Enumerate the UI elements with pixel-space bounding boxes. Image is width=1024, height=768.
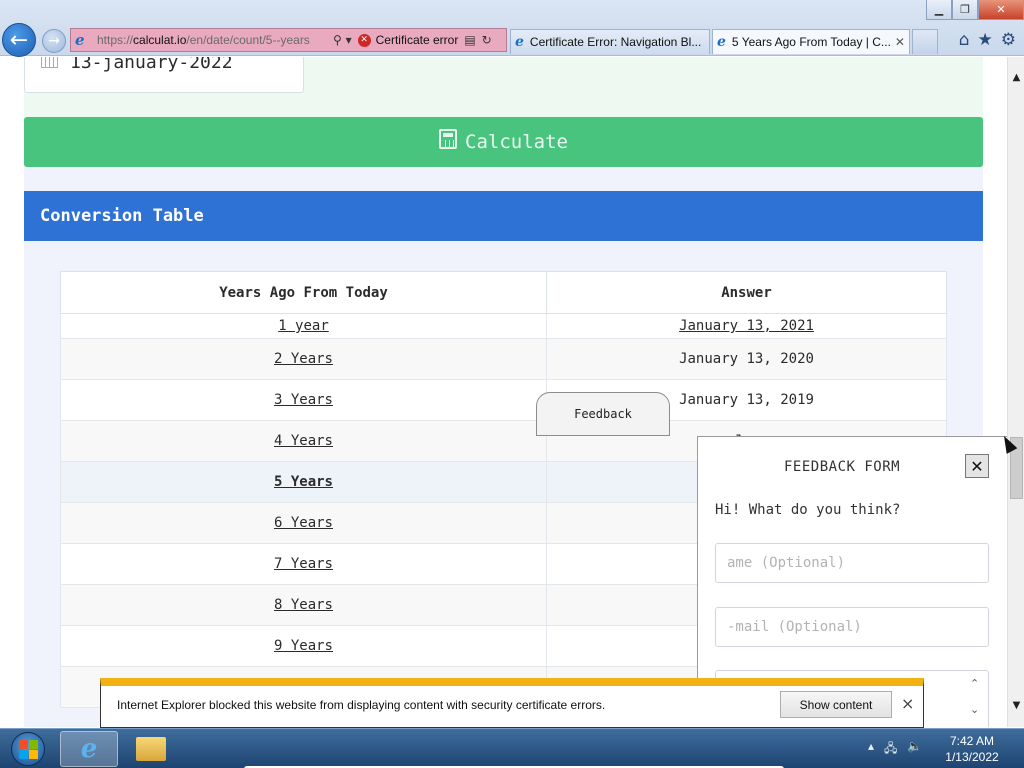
answer-link[interactable]: January 13, 2021 — [679, 318, 814, 334]
notification-message: Internet Explorer blocked this website f… — [117, 698, 606, 712]
volume-icon[interactable]: 🔈 — [907, 739, 922, 760]
compatibility-icon[interactable]: ▤ — [464, 33, 475, 47]
feedback-tab-label: Feedback — [574, 407, 632, 421]
show-content-button[interactable]: Show content — [780, 691, 892, 718]
column-header-answer: Answer — [546, 271, 947, 314]
answer-cell: January 13, 2020 — [546, 338, 947, 380]
years-link[interactable]: 2 Years — [274, 351, 333, 367]
email-field[interactable]: -mail (Optional) — [715, 607, 989, 647]
years-cell: 8 Years — [60, 584, 547, 626]
calendar-icon — [41, 57, 58, 68]
system-tray: ▴ 🖧 🔈 — [868, 739, 922, 760]
forward-arrow-icon[interactable]: → — [42, 29, 66, 53]
calculate-label: Calculate — [465, 131, 568, 153]
home-icon[interactable]: ⌂ — [959, 30, 970, 50]
window-controls: ▁ ❐ ✕ — [926, 0, 1024, 20]
minimize-button[interactable]: ▁ — [926, 0, 952, 20]
folder-icon — [136, 737, 166, 761]
taskbar-file-explorer[interactable] — [122, 731, 180, 767]
tab-label: 5 Years Ago From Today | C... — [731, 35, 891, 49]
years-cell: 7 Years — [60, 543, 547, 585]
years-link[interactable]: 7 Years — [274, 556, 333, 572]
tab-close-icon[interactable]: ✕ — [895, 35, 905, 49]
show-hidden-icons-icon[interactable]: ▴ — [868, 739, 874, 760]
years-cell: 1 year — [60, 313, 547, 339]
restore-button[interactable]: ❐ — [952, 0, 978, 20]
table-row: 1 year January 13, 2021 — [60, 313, 947, 339]
calculate-button[interactable]: Calculate — [24, 117, 983, 167]
address-url[interactable]: https://calculat.io/en/date/count/5--yea… — [97, 33, 327, 47]
network-icon[interactable]: 🖧 — [884, 739, 897, 760]
years-link[interactable]: 6 Years — [274, 515, 333, 531]
taskbar-internet-explorer[interactable]: e — [60, 731, 118, 767]
star-icon[interactable]: ★ — [978, 30, 993, 50]
back-arrow-icon[interactable]: ← — [2, 23, 36, 57]
tab-years-ago[interactable]: e 5 Years Ago From Today | C... ✕ — [712, 29, 910, 54]
message-scroll-icon[interactable]: ⌃ ⌄ — [970, 677, 984, 727]
years-link[interactable]: 1 year — [278, 318, 329, 334]
years-link[interactable]: 3 Years — [274, 392, 333, 408]
certificate-error-icon[interactable]: ✕ — [357, 33, 371, 47]
clock-time: 7:42 AM — [949, 734, 995, 748]
name-field[interactable]: ame (Optional) — [715, 543, 989, 583]
years-link[interactable]: 5 Years — [274, 474, 333, 490]
calculator-icon — [439, 129, 458, 149]
years-link[interactable]: 9 Years — [274, 638, 333, 654]
gear-icon[interactable]: ⚙ — [1001, 30, 1016, 50]
internet-explorer-icon: e — [80, 734, 98, 764]
windows-logo-icon — [11, 732, 45, 766]
date-value: 13-january-2022 — [70, 57, 233, 73]
years-cell: 2 Years — [60, 338, 547, 380]
certificate-error-label[interactable]: Certificate error — [376, 33, 459, 47]
years-cell: 4 Years — [60, 420, 547, 462]
years-cell: 5 Years — [60, 461, 547, 503]
scroll-down-icon[interactable]: ▼ — [1008, 697, 1024, 714]
page-scrollbar[interactable]: ▲ ▼ — [1007, 57, 1024, 727]
tab-certificate-error[interactable]: e Certificate Error: Navigation Bl... — [510, 29, 710, 54]
address-bar[interactable]: e https://calculat.io/en/date/count/5--y… — [70, 28, 507, 52]
table-row: 3 Years January 13, 2019 — [60, 379, 947, 421]
close-icon[interactable]: × — [901, 694, 914, 713]
table-row: 2 Years January 13, 2020 — [60, 338, 947, 380]
refresh-icon[interactable]: ↻ — [482, 33, 492, 47]
clock-date: 1/13/2022 — [945, 750, 999, 764]
years-link[interactable]: 8 Years — [274, 597, 333, 613]
feedback-question: Hi! What do you think? — [715, 502, 901, 518]
browser-toolbar-icons: ⌂ ★ ⚙ — [959, 30, 1016, 50]
search-icon[interactable]: ⚲ ▾ — [333, 33, 352, 47]
column-header-years: Years Ago From Today — [60, 271, 547, 314]
ie-favicon-icon: e — [75, 31, 85, 49]
close-icon[interactable]: ✕ — [965, 454, 989, 478]
date-input[interactable]: 13-january-2022 — [24, 57, 304, 93]
answer-cell: January 13, 2021 — [546, 313, 947, 339]
ie-favicon-icon: e — [515, 34, 524, 50]
years-cell: 6 Years — [60, 502, 547, 544]
new-tab-button[interactable] — [912, 29, 938, 54]
start-button[interactable] — [4, 731, 52, 767]
taskbar: e ▴ 🖧 🔈 7:42 AM 1/13/2022 — [0, 728, 1024, 768]
close-window-button[interactable]: ✕ — [978, 0, 1024, 20]
table-header-row: Years Ago From Today Answer — [60, 271, 947, 314]
years-link[interactable]: 4 Years — [274, 433, 333, 449]
feedback-form-title: FEEDBACK FORM — [784, 459, 901, 475]
feedback-tab-button[interactable]: Feedback — [536, 392, 670, 436]
conversion-table-header: Conversion Table — [24, 191, 983, 241]
certificate-notification-bar: Internet Explorer blocked this website f… — [100, 678, 924, 728]
ie-favicon-icon: e — [717, 34, 726, 50]
tab-label: Certificate Error: Navigation Bl... — [529, 35, 702, 49]
years-cell: 3 Years — [60, 379, 547, 421]
clock[interactable]: 7:42 AM 1/13/2022 — [930, 733, 1014, 765]
browser-chrome: ▁ ❐ ✕ ← → e https://calculat.io/en/date/… — [0, 0, 1024, 57]
conversion-title: Conversion Table — [40, 206, 204, 226]
years-cell: 9 Years — [60, 625, 547, 667]
page-viewport: 13-january-2022 Calculate Conversion Tab… — [0, 57, 1007, 727]
scroll-up-icon[interactable]: ▲ — [1008, 69, 1024, 86]
